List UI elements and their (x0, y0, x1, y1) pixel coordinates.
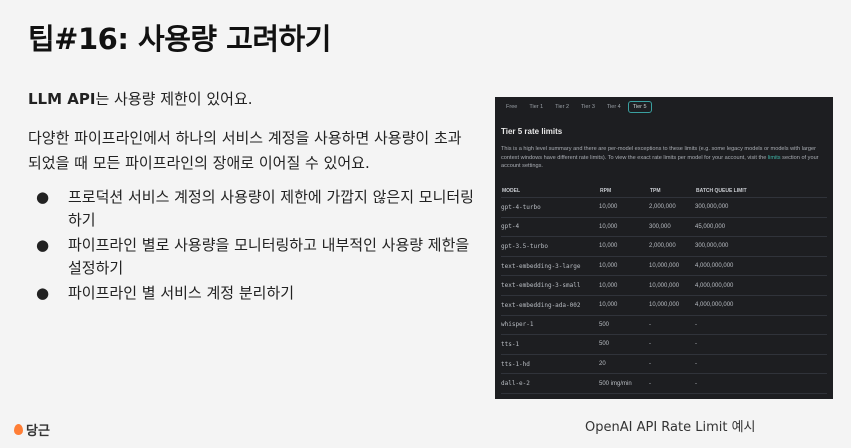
cell-model: text-embedding-ada-002 (501, 294, 599, 316)
cell-tpm: 2,000,000 (649, 236, 695, 257)
table-row: text-embedding-3-small 10,000 10,000,000 4,… (501, 275, 827, 296)
cell-batch: - (695, 353, 827, 374)
cell-model: tts-1 (501, 334, 599, 355)
table-row: dall-e-2 500 img/min - - (501, 373, 827, 394)
cell-rpm: 10,000 (599, 236, 649, 257)
cell-batch: - (695, 314, 827, 335)
cell-model: tts-1-hd (501, 353, 599, 374)
table-header-row: MODEL RPM TPM BATCH QUEUE LIMIT (501, 185, 827, 198)
tier-tabs: Free Tier 1 Tier 2 Tier 3 Tier 4 Tier 5 (501, 101, 652, 113)
cell-batch: - (695, 392, 827, 399)
table-row: whisper-1 500- - (501, 314, 827, 335)
table-row: tts-1 500- - (501, 334, 827, 355)
col-rpm: RPM (600, 188, 612, 194)
cell-rpm: 20 (599, 353, 649, 374)
intro-rest: 는 사용량 제한이 있어요. (95, 90, 253, 108)
limits-link[interactable]: limits (768, 155, 781, 161)
cell-tpm: - (649, 314, 695, 335)
list-item: ● 프로덕션 서비스 계정의 사용량이 제한에 가깝지 않은지 모니터링 하기 (36, 186, 476, 232)
cell-rpm: 500 img/min (599, 373, 649, 394)
cell-model: dall-e-2 (501, 373, 599, 394)
tab-tier-1[interactable]: Tier 1 (524, 101, 548, 113)
cell-model: gpt-4-turbo (501, 197, 599, 218)
col-tpm: TPM (650, 188, 661, 194)
cell-batch: 300,000,000 (695, 197, 827, 218)
col-model: MODEL (502, 188, 521, 194)
cell-model: gpt-4 (501, 216, 599, 237)
list-item-text: 파이프라인 별로 사용량을 모니터링하고 내부적인 사용량 제한을 설정하기 (68, 236, 470, 277)
table-body: gpt-4-turbo 10,000 2,000,000 300,000,000 gpt… (501, 197, 827, 399)
cell-model: gpt-3.5-turbo (501, 236, 599, 257)
table-row: text-embedding-ada-002 10,000 10,000,000 4,… (501, 294, 827, 316)
tab-tier-2[interactable]: Tier 2 (550, 101, 574, 113)
table-row: tts-1-hd 20- - (501, 353, 827, 374)
tab-tier-5[interactable]: Tier 5 (627, 101, 652, 113)
list-item-text: 프로덕션 서비스 계정의 사용량이 제한에 가깝지 않은지 모니터링 하기 (68, 188, 474, 229)
cell-rpm: 10,000 (599, 255, 649, 276)
cell-rpm: 10,000 (599, 216, 649, 237)
cell-tpm: 10,000,000 (649, 275, 695, 296)
cell-rpm: 500 (599, 334, 649, 355)
intro-bold: LLM API (28, 90, 96, 108)
table-row: text-embedding-3-large 10,000 10,000,000 4,… (501, 255, 827, 276)
brand-name: 당근 (26, 424, 50, 439)
cell-model: text-embedding-3-small (501, 275, 599, 296)
table-row: gpt-4 10,000 300,000 45,000,000 (501, 216, 827, 237)
bullet-icon: ● (36, 188, 50, 206)
cell-model: whisper-1 (501, 314, 599, 335)
list-item: ● 파이프라인 별 서비스 계정 분리하기 (36, 282, 476, 305)
cell-model: text-embedding-3-large (501, 255, 599, 276)
table-row: gpt-4-turbo 10,000 2,000,000 300,000,000 (501, 197, 827, 218)
cell-rpm: 500 (599, 314, 649, 335)
cell-batch: 300,000,000 (695, 236, 827, 257)
cell-batch: - (695, 373, 827, 394)
cell-batch: 4,000,000,000 (695, 294, 827, 316)
panel-heading: Tier 5 rate limits (501, 127, 563, 136)
image-caption: OpenAI API Rate Limit 예시 (585, 420, 756, 435)
rate-limit-screenshot: Free Tier 1 Tier 2 Tier 3 Tier 4 Tier 5 … (495, 97, 833, 399)
list-item: ● 파이프라인 별로 사용량을 모니터링하고 내부적인 사용량 제한을 설정하기 (36, 234, 476, 280)
cell-rpm: 10,000 (599, 294, 649, 316)
brand-logo: 당근 (14, 420, 50, 439)
cell-batch: - (695, 334, 827, 355)
tab-free[interactable]: Free (501, 101, 522, 113)
cell-tpm: - (649, 392, 695, 399)
cell-tpm: - (649, 373, 695, 394)
cell-rpm: 10,000 (599, 197, 649, 218)
cell-tpm: 10,000,000 (649, 255, 695, 276)
bullet-icon: ● (36, 236, 50, 254)
cell-batch: 45,000,000 (695, 216, 827, 237)
cell-model: dall-e-3 (501, 392, 599, 399)
cell-rpm: 50 img/min (599, 392, 649, 399)
cell-tpm: 2,000,000 (649, 197, 695, 218)
carrot-icon (14, 424, 23, 435)
cell-tpm: 10,000,000 (649, 294, 695, 316)
problem-paragraph: 다양한 파이프라인에서 하나의 서비스 계정을 사용하면 사용량이 초과되었을 … (28, 129, 462, 172)
bullet-icon: ● (36, 284, 50, 302)
list-item-text: 파이프라인 별 서비스 계정 분리하기 (68, 284, 295, 302)
tab-tier-4[interactable]: Tier 4 (602, 101, 626, 113)
slide-title: 팁#16: 사용량 고려하기 (28, 22, 331, 56)
rate-limit-table: MODEL RPM TPM BATCH QUEUE LIMIT gpt-4-tu… (501, 185, 827, 399)
cell-batch: 4,000,000,000 (695, 275, 827, 296)
table-row: dall-e-350 img/min-- (501, 392, 827, 399)
cell-rpm: 10,000 (599, 275, 649, 296)
cell-batch: 4,000,000,000 (695, 255, 827, 276)
intro-line: LLM API는 사용량 제한이 있어요. (28, 88, 253, 109)
tab-tier-3[interactable]: Tier 3 (576, 101, 600, 113)
cell-tpm: - (649, 353, 695, 374)
panel-description: This is a high level summary and there a… (501, 145, 827, 171)
col-batch: BATCH QUEUE LIMIT (696, 188, 747, 194)
table-row: gpt-3.5-turbo 10,000 2,000,000 300,000,000 (501, 236, 827, 257)
tips-list: ● 프로덕션 서비스 계정의 사용량이 제한에 가깝지 않은지 모니터링 하기 ●… (36, 186, 476, 307)
cell-tpm: 300,000 (649, 216, 695, 237)
cell-tpm: - (649, 334, 695, 355)
